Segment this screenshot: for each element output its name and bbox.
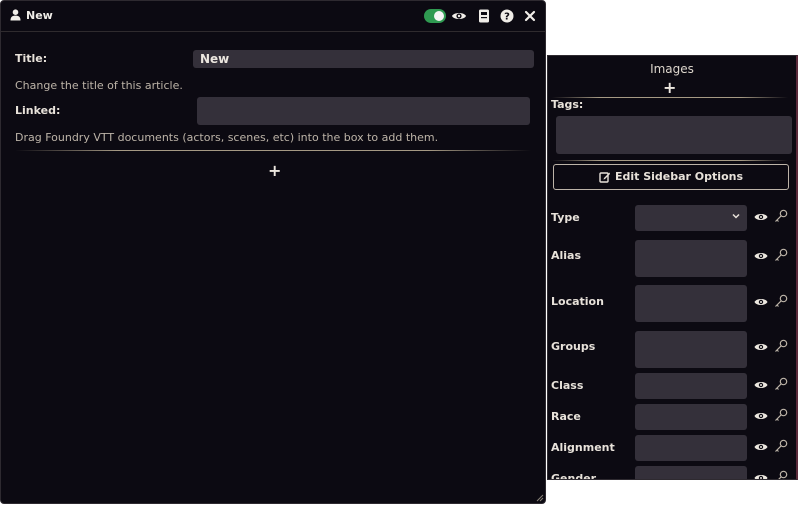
alignment-input[interactable] [635, 435, 747, 461]
help-icon[interactable]: ? [499, 8, 515, 24]
property-label-location: Location [551, 295, 604, 308]
add-image-button[interactable]: + [663, 80, 676, 96]
property-label-type: Type [551, 211, 580, 224]
title-input[interactable]: New [193, 50, 534, 68]
property-label-groups: Groups [551, 340, 596, 353]
edit-sidebar-options-label: Edit Sidebar Options [614, 170, 743, 183]
tags-divider [552, 160, 788, 161]
gender-input[interactable] [635, 466, 747, 479]
property-label-race: Race [551, 410, 581, 423]
eye-icon[interactable] [754, 341, 768, 353]
svg-text:?: ? [504, 12, 510, 23]
eye-icon[interactable] [754, 472, 768, 480]
resize-handle-icon[interactable] [536, 494, 544, 502]
race-input[interactable] [635, 404, 747, 430]
linked-hint: Drag Foundry VTT documents (actors, scen… [15, 131, 439, 144]
images-divider [552, 97, 788, 98]
key-icon[interactable] [774, 209, 788, 223]
eye-icon[interactable] [754, 410, 768, 422]
eye-icon[interactable] [451, 8, 467, 24]
location-input[interactable] [635, 285, 747, 322]
key-icon[interactable] [774, 439, 788, 453]
key-icon[interactable] [774, 408, 788, 422]
property-label-class: Class [551, 379, 584, 392]
key-icon[interactable] [774, 294, 788, 308]
key-icon[interactable] [774, 377, 788, 391]
eye-icon[interactable] [754, 250, 768, 262]
add-section-button[interactable]: + [268, 163, 281, 179]
title-label: Title: [15, 52, 48, 65]
type-select[interactable] [635, 205, 747, 231]
alias-input[interactable] [635, 240, 747, 277]
class-input[interactable] [635, 373, 747, 399]
property-label-alias: Alias [551, 249, 582, 262]
edit-icon [599, 172, 610, 183]
title-hint: Change the title of this article. [15, 79, 183, 92]
key-icon[interactable] [774, 339, 788, 353]
chevron-down-icon [732, 213, 740, 219]
eye-icon[interactable] [754, 296, 768, 308]
tags-label: Tags: [551, 98, 584, 111]
property-label-gender: Gender [551, 472, 597, 480]
window-title: New [26, 9, 53, 22]
journal-icon[interactable] [476, 8, 492, 24]
linked-dropzone[interactable] [197, 97, 530, 125]
close-icon[interactable] [522, 8, 538, 24]
article-window: New ? Title: New Change the title of thi… [0, 0, 546, 504]
key-icon[interactable] [774, 470, 788, 480]
key-icon[interactable] [774, 248, 788, 262]
window-titlebar[interactable]: New ? [1, 1, 545, 32]
article-sidebar: Images + Tags: Edit Sidebar Options Type… [547, 55, 798, 480]
linked-label: Linked: [15, 104, 61, 117]
user-icon [10, 9, 21, 21]
property-label-alignment: Alignment [551, 441, 615, 454]
images-header: Images [650, 62, 694, 76]
eye-icon[interactable] [754, 379, 768, 391]
section-divider [15, 150, 531, 151]
eye-icon[interactable] [754, 211, 768, 223]
tags-input[interactable] [556, 116, 792, 154]
visibility-toggle[interactable] [424, 9, 446, 23]
eye-icon[interactable] [754, 441, 768, 453]
edit-sidebar-options-button[interactable]: Edit Sidebar Options [553, 164, 789, 190]
groups-input[interactable] [635, 331, 747, 368]
